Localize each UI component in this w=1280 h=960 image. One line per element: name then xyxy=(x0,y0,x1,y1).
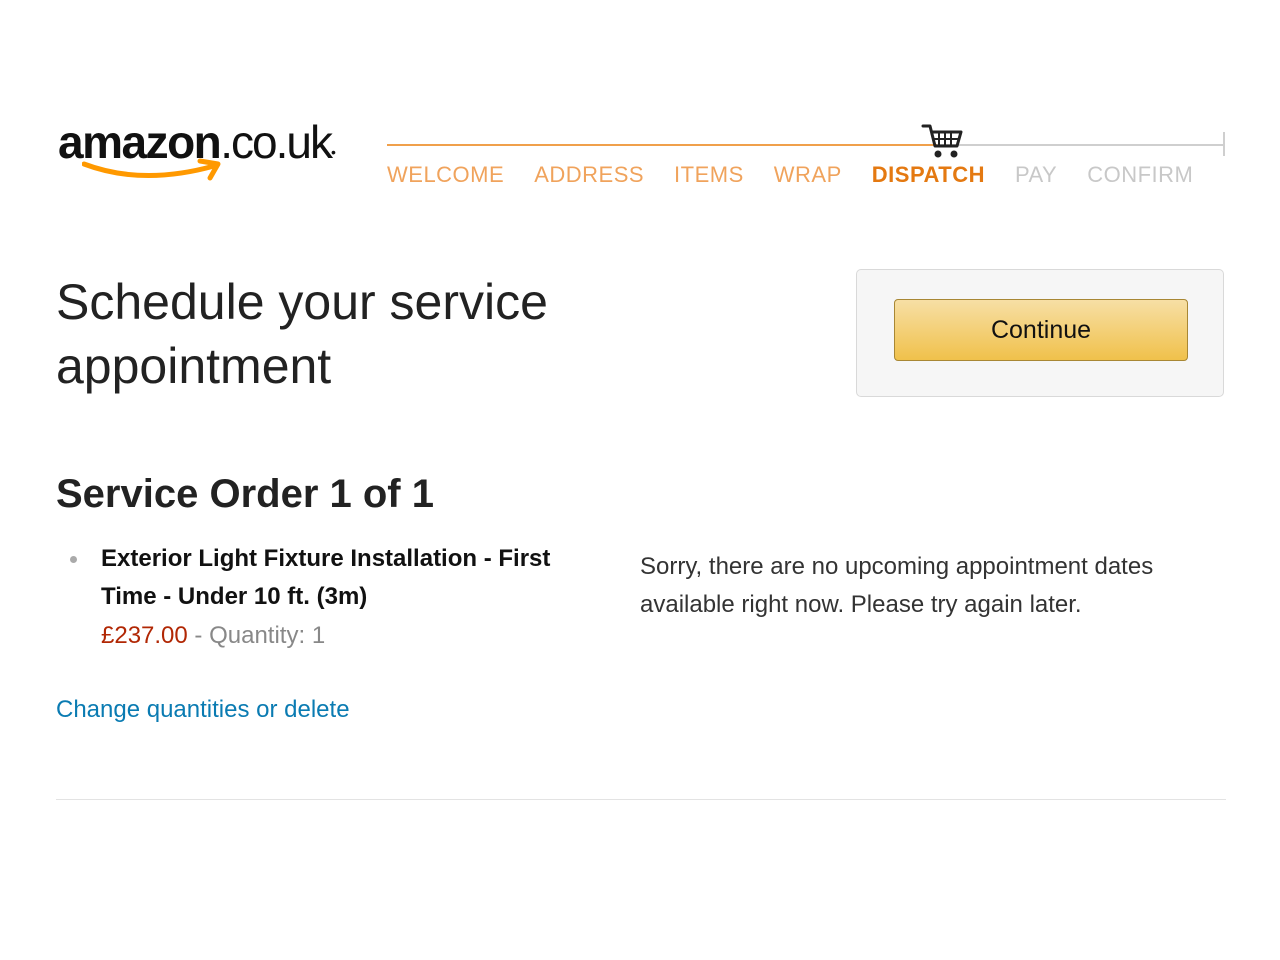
bullet-icon xyxy=(70,556,77,563)
item-quantity-label: Quantity: xyxy=(209,622,312,649)
change-quantities-link[interactable]: Change quantities or delete xyxy=(56,694,350,726)
progress-end-marker xyxy=(1223,132,1225,156)
step-wrap[interactable]: WRAP xyxy=(774,162,842,188)
item-quantity: 1 xyxy=(311,622,326,649)
checkout-progress: WELCOME ADDRESS ITEMS WRAP DISPATCH PAY … xyxy=(387,120,1227,200)
section-divider xyxy=(56,799,1226,800)
checkout-steps: WELCOME ADDRESS ITEMS WRAP DISPATCH PAY … xyxy=(387,162,1223,188)
item-title: Exterior Light Fixture Installation - Fi… xyxy=(101,545,551,610)
step-address[interactable]: ADDRESS xyxy=(534,162,644,188)
step-pay: PAY xyxy=(1014,162,1058,187)
logo-smile-icon xyxy=(82,158,221,181)
logo-registered-mark: • xyxy=(331,144,336,160)
progress-track-completed xyxy=(387,144,937,146)
step-confirm: CONFIRM xyxy=(1087,162,1194,187)
checkout-page: amazon.co.uk• WELCOME ADDRESS ITEMS WRAP… xyxy=(0,0,1280,960)
no-appointments-message: Sorry, there are no upcoming appointment… xyxy=(640,553,1154,618)
item-separator: - xyxy=(187,622,210,649)
shopping-cart-icon xyxy=(921,124,963,158)
service-order-heading: Service Order 1 of 1 xyxy=(56,472,434,516)
step-welcome[interactable]: WELCOME xyxy=(387,162,504,188)
item-meta: £237.00 - Quantity: 1 xyxy=(101,618,325,654)
page-title: Schedule your service appointment xyxy=(56,274,548,394)
continue-button[interactable]: Continue xyxy=(894,299,1188,361)
step-items[interactable]: ITEMS xyxy=(674,162,744,188)
amazon-logo[interactable]: amazon.co.uk• xyxy=(58,112,358,192)
progress-track-remaining xyxy=(937,144,1225,146)
continue-panel: Continue xyxy=(856,269,1224,397)
step-dispatch: DISPATCH xyxy=(871,162,985,187)
item-price: £237.00 xyxy=(101,622,188,649)
